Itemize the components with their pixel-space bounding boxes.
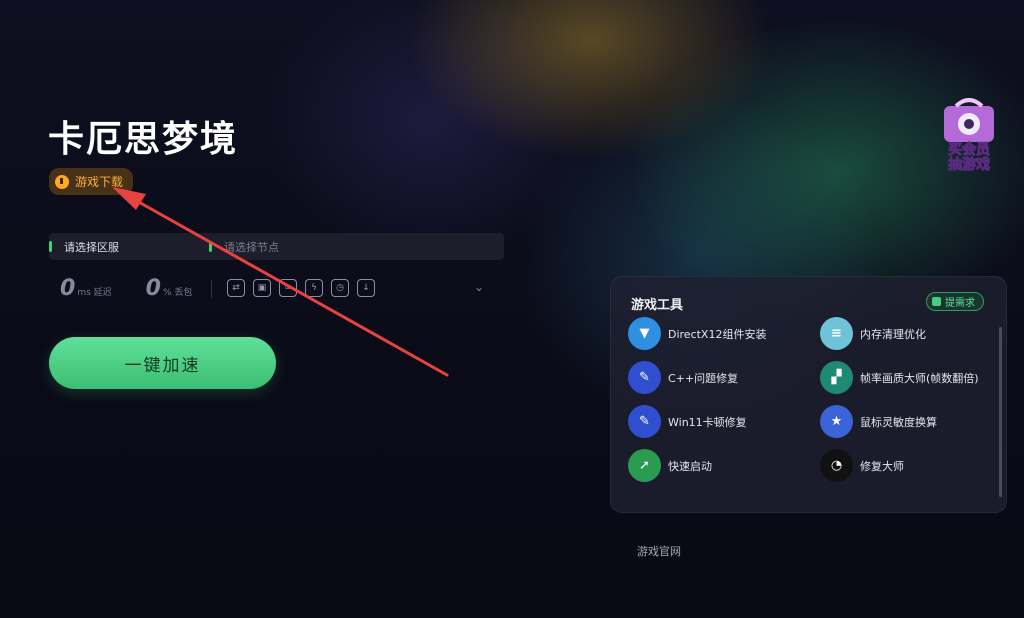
star-icon: ★ xyxy=(820,405,853,438)
download-icon[interactable]: ↓ xyxy=(357,279,375,297)
game-title: 卡厄思梦境 xyxy=(48,119,239,160)
tool-item[interactable]: ◔ 修复大师 xyxy=(820,449,904,482)
region-select-label: 请选择区服 xyxy=(64,240,119,254)
latency-unit: ms 延迟 xyxy=(77,288,112,298)
stats-divider xyxy=(211,280,212,298)
tool-label: Win11卡顿修复 xyxy=(668,415,747,429)
download-icon xyxy=(55,174,69,189)
promo-gift-banner[interactable]: 买会员 抽游戏 xyxy=(934,96,1004,172)
chevron-down-icon[interactable]: ⌄ xyxy=(474,280,484,294)
wrench-icon: ✎ xyxy=(628,405,661,438)
game-download-button[interactable]: 游戏下载 xyxy=(49,168,134,195)
tool-item[interactable]: ▼ DirectX12组件安装 xyxy=(628,317,766,350)
tool-label: 快速启动 xyxy=(668,459,712,473)
link-icon[interactable]: ⇄ xyxy=(227,279,245,297)
quick-tool-icons: ⇄ ▣ ∞ ϟ ◷ ↓ xyxy=(227,279,375,297)
network-stats: 0 ms 延迟 0 % 丢包 xyxy=(60,276,192,301)
tool-item[interactable]: ★ 鼠标灵敏度换算 xyxy=(820,405,937,438)
node-marker xyxy=(209,241,212,252)
tool-label: 内存清理优化 xyxy=(860,327,926,341)
server-node-selector: 请选择区服 请选择节点 xyxy=(49,233,504,260)
tool-item[interactable]: ▞ 帧率画质大师(帧数翻倍) xyxy=(820,361,979,394)
node-select-placeholder: 请选择节点 xyxy=(224,240,279,254)
pixel-icon: ▞ xyxy=(820,361,853,394)
bolt-icon[interactable]: ϟ xyxy=(305,279,323,297)
panel-scrollbar[interactable] xyxy=(999,327,1002,497)
one-click-accelerate-button[interactable]: 一键加速 xyxy=(49,337,276,389)
latency-value: 0 xyxy=(60,276,76,301)
tool-item[interactable]: ≡ 内存清理优化 xyxy=(820,317,926,350)
steam-icon-inner xyxy=(964,119,974,129)
request-label: 提需求 xyxy=(945,298,975,309)
tool-label: 修复大师 xyxy=(860,459,904,473)
fix-master-icon: ◔ xyxy=(820,449,853,482)
request-feature-button[interactable]: 提需求 xyxy=(926,292,984,311)
tool-label: C++问题修复 xyxy=(668,371,739,385)
node-select[interactable]: 请选择节点 xyxy=(209,233,279,260)
request-icon xyxy=(932,297,941,306)
box-icon: ▼ xyxy=(628,317,661,350)
launch-icon: ➚ xyxy=(628,449,661,482)
loss-value: 0 xyxy=(145,276,161,301)
tool-label: 鼠标灵敏度换算 xyxy=(860,415,937,429)
loss-unit: % 丢包 xyxy=(162,288,193,298)
tool-label: DirectX12组件安装 xyxy=(668,327,767,341)
promo-line1: 买会员 xyxy=(948,141,990,158)
tool-item[interactable]: ➚ 快速启动 xyxy=(628,449,712,482)
chain-icon[interactable]: ∞ xyxy=(279,279,297,297)
memory-icon: ≡ xyxy=(820,317,853,350)
gauge-icon[interactable]: ◷ xyxy=(331,279,349,297)
panel-title: 游戏工具 xyxy=(631,298,684,313)
promo-line2: 抽游戏 xyxy=(948,156,990,172)
tool-item[interactable]: ✎ C++问题修复 xyxy=(628,361,738,394)
packet-loss-stat: 0 % 丢包 xyxy=(146,276,193,301)
region-marker xyxy=(49,241,52,252)
official-site-link[interactable]: 游戏官网 xyxy=(637,543,681,559)
image-icon[interactable]: ▣ xyxy=(253,279,271,297)
tool-item[interactable]: ✎ Win11卡顿修复 xyxy=(628,405,747,438)
latency-stat: 0 ms 延迟 xyxy=(60,276,112,301)
game-download-label: 游戏下载 xyxy=(75,175,124,189)
tool-label: 帧率画质大师(帧数翻倍) xyxy=(860,371,979,385)
gift-ribbon xyxy=(954,98,984,108)
game-tools-panel: 游戏工具 提需求 ▼ DirectX12组件安装 ≡ 内存清理优化 ✎ C++问题修复 ▞ 帧… xyxy=(610,276,1007,513)
wrench-icon: ✎ xyxy=(628,361,661,394)
region-select[interactable]: 请选择区服 xyxy=(49,233,209,260)
